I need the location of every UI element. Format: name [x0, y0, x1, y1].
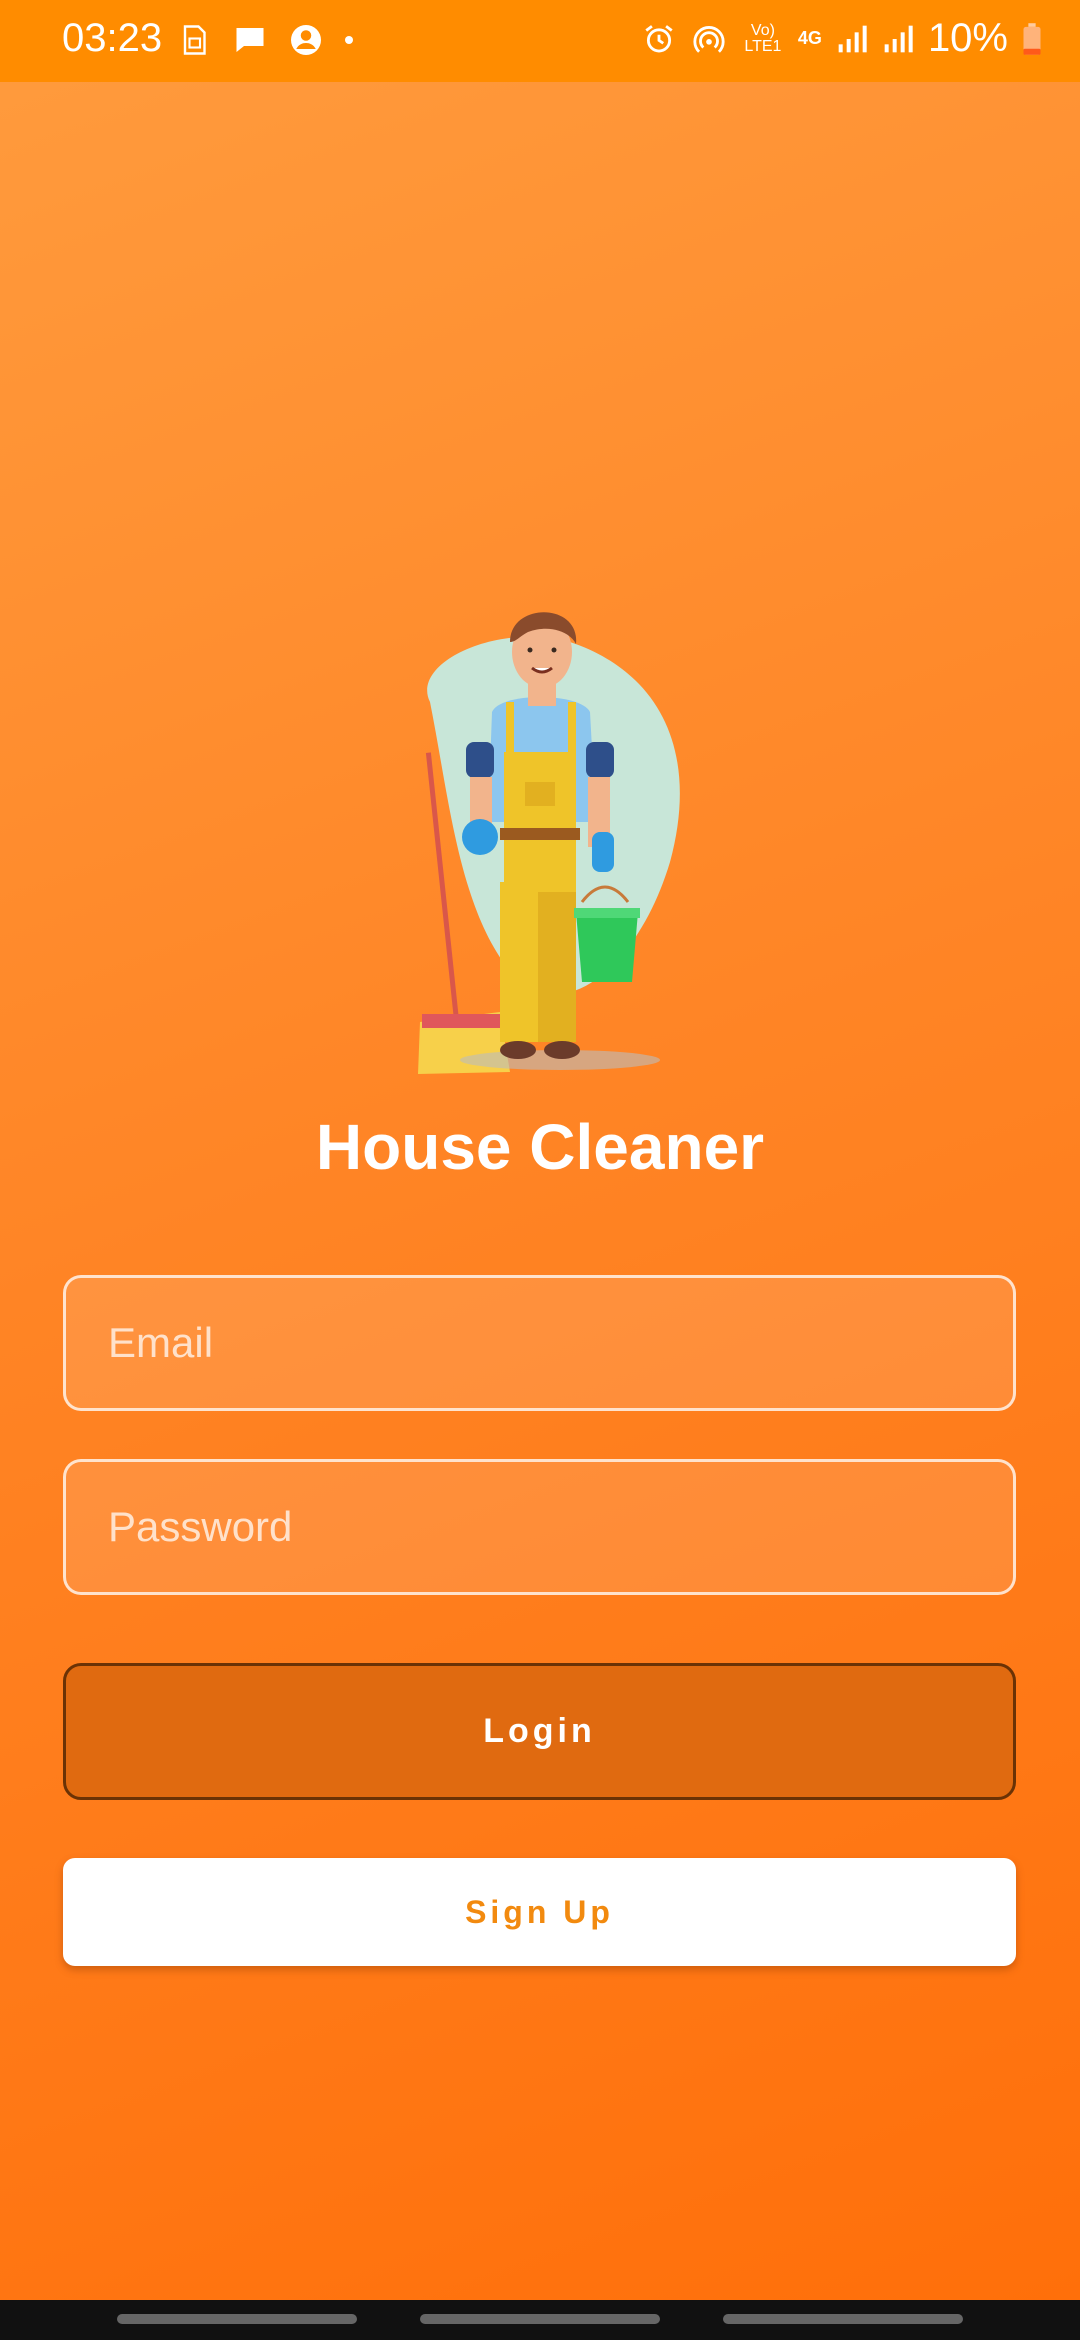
password-field[interactable]	[63, 1459, 1016, 1595]
sim-card-icon	[183, 25, 206, 55]
message-icon	[236, 28, 264, 52]
cleaner-illustration	[418, 612, 680, 1074]
battery-icon	[1023, 22, 1041, 55]
nav-recents-button[interactable]	[723, 2314, 963, 2324]
email-field[interactable]	[63, 1275, 1016, 1411]
login-button[interactable]: Login	[63, 1663, 1016, 1800]
signal-icon	[838, 25, 867, 52]
app-title: House Cleaner	[315, 1111, 765, 1183]
navigation-bar	[0, 2300, 1080, 2340]
status-bar: 03:23 Vo) LTE1 4G 10%	[0, 0, 1080, 82]
status-right-icons: Vo) LTE1 4G 10%	[642, 16, 1042, 61]
password-input[interactable]	[106, 1502, 1013, 1552]
volte-icon: Vo) LTE1	[744, 21, 782, 55]
email-input[interactable]	[106, 1318, 1013, 1368]
signup-button[interactable]: Sign Up	[63, 1858, 1016, 1966]
hotspot-icon	[693, 25, 725, 53]
nav-back-button[interactable]	[117, 2314, 357, 2324]
nav-home-button[interactable]	[420, 2314, 660, 2324]
battery-percentage: 10%	[927, 16, 1008, 60]
status-left-icons	[176, 20, 354, 60]
login-screen: House Cleaner Login Sign Up	[0, 82, 1080, 2300]
4g-icon: 4G	[797, 28, 822, 48]
signal-icon	[884, 25, 913, 52]
status-time: 03:23	[62, 16, 163, 60]
account-icon	[291, 25, 321, 55]
alarm-icon	[645, 24, 673, 52]
dot-icon	[345, 36, 353, 44]
